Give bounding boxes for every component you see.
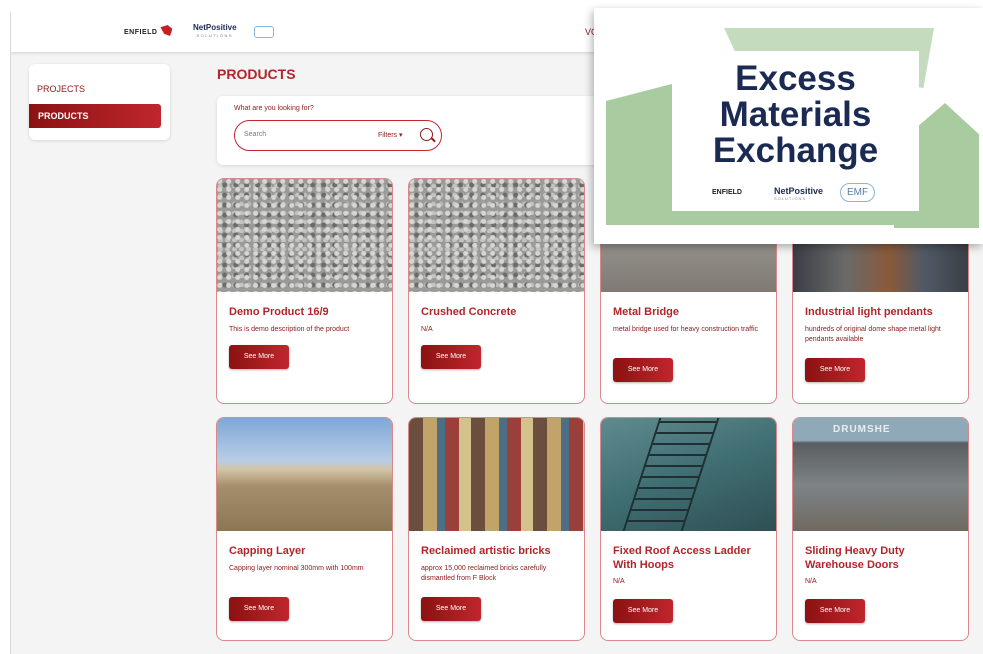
logo-panel: Excess Materials Exchange ENFIELD NetPos… — [672, 51, 919, 211]
logo-title-line: Materials — [719, 95, 872, 134]
sidebar-item-products[interactable]: PRODUCTS — [29, 104, 161, 128]
product-title[interactable]: Industrial light pendants — [805, 305, 960, 319]
enfield-logo[interactable]: ENFIELD — [124, 25, 173, 36]
product-description: metal bridge used for heavy construction… — [613, 326, 759, 333]
product-image-ladder — [601, 418, 776, 531]
netpositive-logo: NetPositive SOLUTIONS — [193, 23, 237, 38]
product-description: This is demo description of the product — [229, 326, 350, 333]
logo-title-line: Exchange — [712, 131, 879, 170]
product-description: Capping layer nominal 300mm with 100mm — [229, 565, 364, 572]
product-description: N/A — [805, 578, 817, 585]
netpositive-logo-text: NetPositive — [774, 186, 824, 196]
product-card[interactable]: DRUMSHE Sliding Heavy Duty Warehouse Doo… — [792, 417, 969, 641]
see-more-button[interactable]: See More — [421, 345, 481, 369]
product-description: N/A — [613, 578, 625, 585]
see-more-button[interactable]: See More — [229, 345, 289, 369]
enfield-logo-text: ENFIELD — [124, 29, 158, 36]
search-input[interactable]: Search Filters ▾ — [234, 120, 442, 151]
netpositive-logo-sub: SOLUTIONS — [774, 196, 807, 201]
see-more-button[interactable]: See More — [421, 597, 481, 621]
product-description: N/A — [421, 326, 433, 333]
search-question-label: What are you looking for? — [234, 105, 314, 112]
see-more-button[interactable]: See More — [613, 358, 673, 382]
product-title[interactable]: Fixed Roof Access Ladder With Hoops — [613, 544, 768, 572]
netpositive-logo-sub: SOLUTIONS — [196, 33, 234, 38]
ladder-graphic — [622, 418, 720, 531]
see-more-button[interactable]: See More — [805, 599, 865, 623]
netpositive-logo: NetPositive SOLUTIONS — [774, 186, 823, 201]
page-title: PRODUCTS — [217, 66, 296, 82]
product-title[interactable]: Crushed Concrete — [421, 305, 576, 319]
see-more-button[interactable]: See More — [805, 358, 865, 382]
search-panel: What are you looking for? Search Filters… — [217, 96, 617, 165]
search-icon[interactable] — [420, 128, 433, 141]
product-title[interactable]: Metal Bridge — [613, 305, 768, 319]
product-image-gravel — [217, 179, 392, 292]
excess-materials-exchange-logo: Excess Materials Exchange ENFIELD NetPos… — [594, 8, 983, 244]
product-title[interactable]: Reclaimed artistic bricks — [421, 544, 576, 558]
product-card[interactable]: Reclaimed artistic bricks approx 15,000 … — [408, 417, 585, 641]
search-placeholder: Search — [244, 131, 267, 138]
product-description: approx 15,000 reclaimed bricks carefully… — [421, 565, 547, 582]
dragon-icon — [160, 25, 173, 36]
product-title[interactable]: Demo Product 16/9 — [229, 305, 384, 319]
product-title[interactable]: Sliding Heavy Duty Warehouse Doors — [805, 544, 960, 572]
product-card[interactable]: Capping Layer Capping layer nominal 300m… — [216, 417, 393, 641]
product-card[interactable]: Demo Product 16/9 This is demo descripti… — [216, 178, 393, 404]
logo-title: Excess Materials Exchange — [672, 61, 919, 169]
product-description: hundreds of original dome shape metal li… — [805, 326, 941, 343]
partner-logos: ENFIELD NetPositive SOLUTIONS EMF — [672, 183, 919, 207]
netpositive-logo-text: NetPositive — [193, 23, 237, 32]
filters-dropdown[interactable]: Filters ▾ — [378, 131, 403, 139]
enfield-logo: ENFIELD — [712, 189, 742, 196]
see-more-button[interactable]: See More — [613, 599, 673, 623]
product-card[interactable]: Fixed Roof Access Ladder With Hoops N/A … — [600, 417, 777, 641]
product-image-capping-layer — [217, 418, 392, 531]
sidebar: PROJECTS PRODUCTS — [29, 64, 170, 140]
emf-logo-icon — [254, 26, 274, 38]
product-card[interactable]: Crushed Concrete N/A See More — [408, 178, 585, 404]
product-image-bricks — [409, 418, 584, 531]
sidebar-item-projects[interactable]: PROJECTS — [37, 84, 85, 94]
product-image-warehouse-doors: DRUMSHE — [793, 418, 968, 531]
see-more-button[interactable]: See More — [229, 597, 289, 621]
product-title[interactable]: Capping Layer — [229, 544, 384, 558]
drumshed-sign: DRUMSHE — [833, 424, 891, 435]
product-image-crushed-concrete — [409, 179, 584, 292]
logo-title-line: Excess — [735, 59, 856, 98]
emf-logo: EMF — [840, 183, 876, 202]
